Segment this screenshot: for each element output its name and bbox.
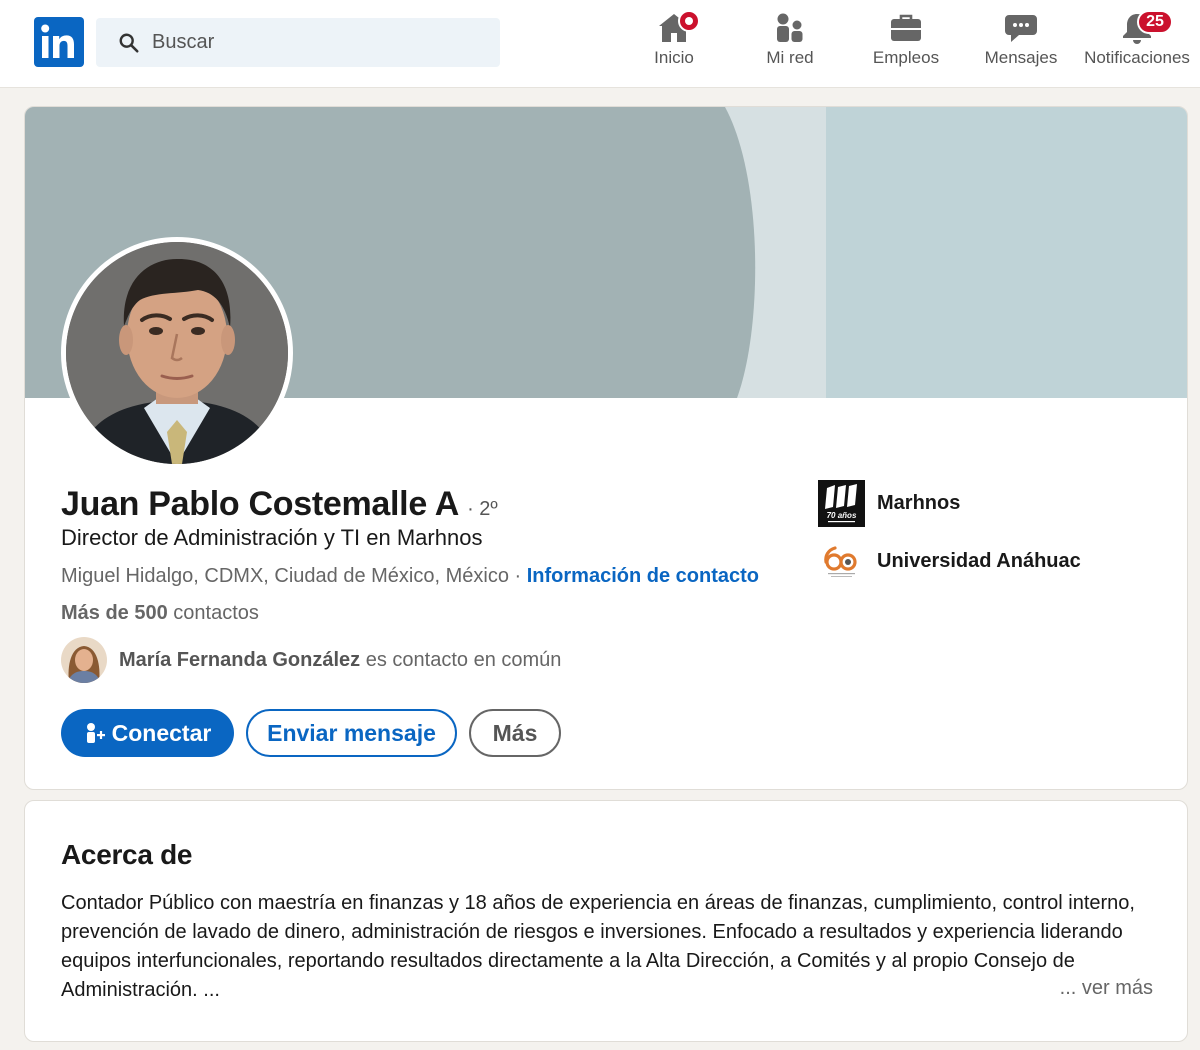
org-item-marhnos[interactable]: 70 años Marhnos bbox=[818, 479, 1081, 527]
nav-label-messages: Mensajes bbox=[984, 48, 1058, 67]
nav-item-notifications[interactable]: 25 Notificaciones bbox=[1077, 10, 1197, 76]
more-button[interactable]: Más bbox=[469, 709, 561, 757]
top-nav: Inicio Mi red Empleos bbox=[0, 0, 1200, 88]
nav-item-jobs[interactable]: Empleos bbox=[866, 10, 946, 76]
org-name-anahuac: Universidad Anáhuac bbox=[877, 549, 1081, 572]
org-name-marhnos: Marhnos bbox=[877, 491, 961, 514]
home-icon bbox=[656, 10, 700, 46]
connections-label: contactos bbox=[167, 602, 259, 624]
mutual-connection-text: María Fernanda González es contacto en c… bbox=[119, 649, 561, 672]
connect-button-label: Conectar bbox=[111, 719, 212, 746]
profile-actions: Conectar Enviar mensaje Más bbox=[61, 709, 561, 757]
nav-label-notifications: Notificaciones bbox=[1084, 48, 1190, 67]
search-bar[interactable] bbox=[96, 18, 500, 67]
location-separator: · bbox=[508, 565, 527, 587]
send-message-button[interactable]: Enviar mensaje bbox=[246, 709, 457, 757]
anahuac-logo bbox=[818, 537, 865, 585]
profile-photo[interactable] bbox=[61, 237, 293, 469]
marhnos-logo: 70 años bbox=[818, 479, 865, 527]
nav-item-messages[interactable]: Mensajes bbox=[980, 10, 1062, 76]
messages-icon bbox=[1003, 10, 1039, 46]
see-more-link[interactable]: ... ver más bbox=[1060, 977, 1153, 1000]
add-person-icon bbox=[86, 723, 105, 743]
nav-label-network: Mi red bbox=[766, 48, 814, 67]
about-text: Contador Público con maestría en finanza… bbox=[61, 892, 1135, 1001]
org-item-anahuac[interactable]: Universidad Anáhuac bbox=[818, 537, 1081, 585]
contact-info-link[interactable]: Información de contacto bbox=[527, 565, 759, 587]
notification-dot bbox=[678, 10, 700, 32]
connect-button[interactable]: Conectar bbox=[61, 709, 234, 757]
about-title: Acerca de bbox=[61, 839, 193, 870]
mutual-connection[interactable]: María Fernanda González es contacto en c… bbox=[61, 637, 561, 683]
nav-item-network[interactable]: Mi red bbox=[756, 10, 824, 76]
mutual-connection-label: es contacto en común bbox=[360, 648, 562, 671]
mutual-connection-avatar bbox=[61, 637, 107, 683]
search-icon bbox=[119, 33, 139, 53]
connections-count-value: Más de 500 bbox=[61, 602, 168, 624]
connection-degree: · 2º bbox=[467, 498, 498, 520]
linkedin-logo[interactable] bbox=[34, 17, 84, 67]
nav-item-home[interactable]: Inicio bbox=[640, 10, 708, 76]
profile-name-row: Juan Pablo Costemalle A · 2º bbox=[61, 485, 498, 524]
bell-icon: 25 bbox=[1119, 10, 1173, 46]
profile-location-row: Miguel Hidalgo, CDMX, Ciudad de México, … bbox=[61, 565, 759, 588]
nav-label-jobs: Empleos bbox=[872, 48, 940, 67]
search-input[interactable] bbox=[152, 31, 452, 54]
profile-headline: Director de Administración y TI en Marhn… bbox=[61, 525, 483, 550]
mutual-connection-name[interactable]: María Fernanda González bbox=[119, 649, 360, 671]
marhnos-logo-text: 70 años bbox=[827, 511, 857, 520]
profile-location: Miguel Hidalgo, CDMX, Ciudad de México, … bbox=[61, 565, 509, 587]
profile-name: Juan Pablo Costemalle A bbox=[61, 485, 460, 523]
nav-label-home: Inicio bbox=[654, 48, 694, 67]
notifications-count-badge: 25 bbox=[1137, 10, 1173, 34]
profile-organizations: 70 años Marhnos Universidad Anáhuac bbox=[818, 479, 1081, 595]
profile-card: Juan Pablo Costemalle A · 2º Director de… bbox=[24, 106, 1188, 790]
connections-count[interactable]: Más de 500 contactos bbox=[61, 602, 259, 625]
network-icon bbox=[772, 10, 808, 46]
briefcase-icon bbox=[888, 10, 924, 46]
about-card: Acerca de Contador Público con maestría … bbox=[24, 800, 1188, 1042]
